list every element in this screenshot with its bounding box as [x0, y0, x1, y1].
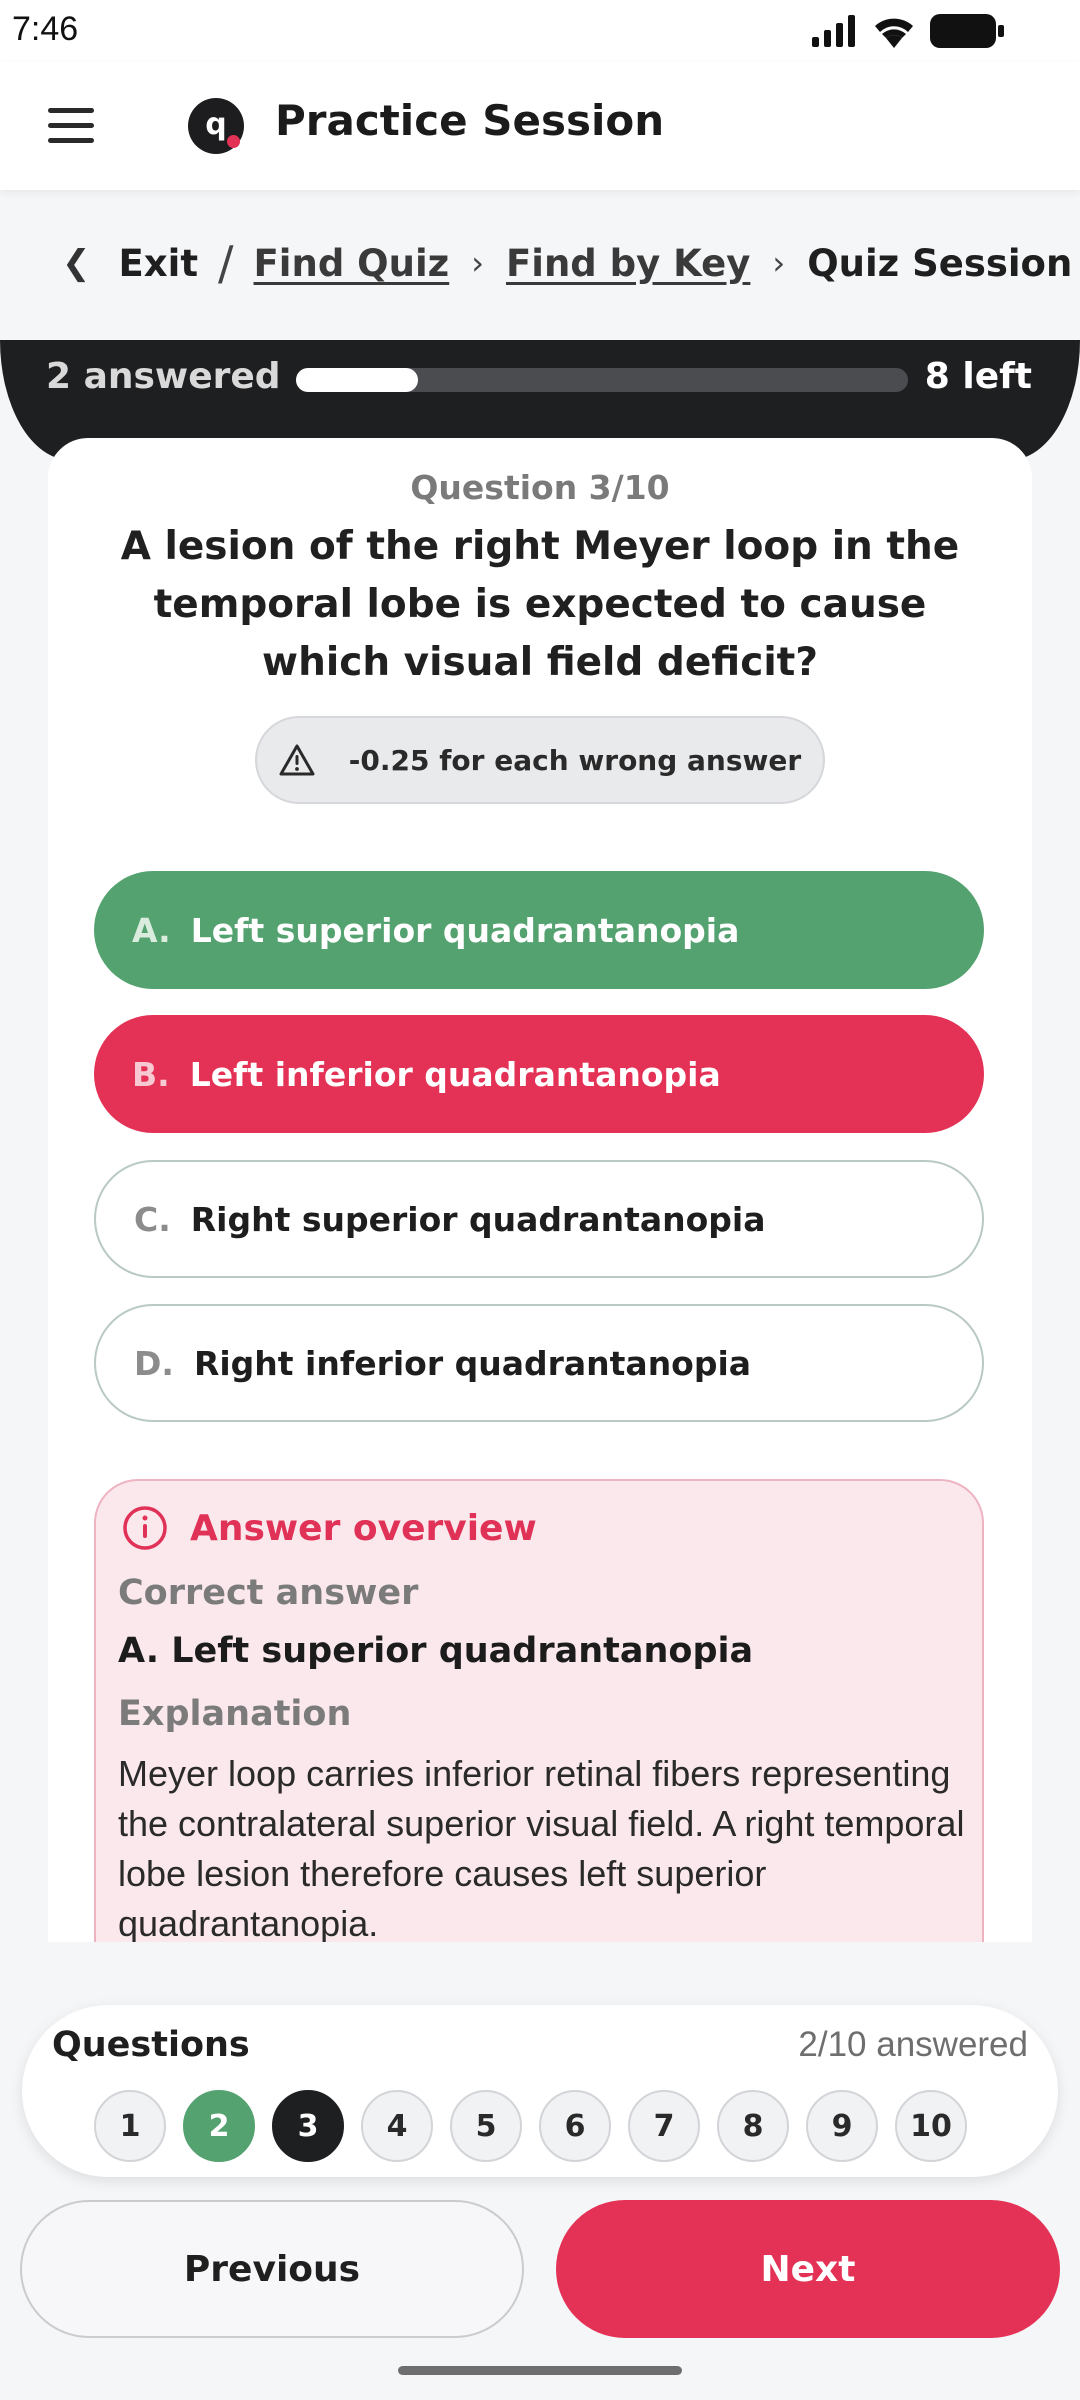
question-bubble-2[interactable]: 2 [183, 2090, 255, 2162]
remaining-count: 8 left [924, 356, 1032, 397]
previous-button[interactable]: Previous [20, 2200, 524, 2338]
status-time: 7:46 [12, 10, 79, 48]
status-bar: 7:46 [0, 0, 1080, 62]
signal-icon [812, 15, 855, 47]
progress-fill [296, 368, 419, 392]
navigator-title: Questions [52, 2025, 250, 2065]
option-a[interactable]: A. Left superior quadrantanopia [94, 871, 984, 989]
app-logo: q [188, 98, 244, 154]
option-letter: C. [134, 1199, 171, 1239]
option-text: Left superior quadrantanopia [190, 910, 740, 950]
breadcrumb-find-by-key[interactable]: Find by Key [506, 242, 750, 285]
question-bubble-1[interactable]: 1 [94, 2090, 166, 2162]
chevron-right-icon: › [471, 244, 484, 282]
logo-dot [227, 135, 240, 148]
question-navigator: Questions 2/10 answered 1 2 3 4 5 6 7 8 … [22, 2005, 1058, 2177]
question-text: A lesion of the right Meyer loop in the … [120, 524, 960, 685]
info-icon [123, 1506, 167, 1550]
breadcrumb-quiz-session: Quiz Session [807, 241, 1073, 285]
question-bubble-10[interactable]: 10 [895, 2090, 967, 2162]
warning-icon [279, 744, 315, 776]
exit-link[interactable]: Exit [119, 242, 199, 285]
option-b[interactable]: B. Left inferior quadrantanopia [94, 1015, 984, 1133]
explanation-label: Explanation [118, 1694, 352, 1734]
question-bubbles: 1 2 3 4 5 6 7 8 9 10 [94, 2090, 967, 2162]
explanation-text: Meyer loop carries inferior retinal fibe… [118, 1753, 965, 1942]
menu-button[interactable] [40, 102, 106, 150]
overview-header: Answer overview [122, 1505, 537, 1551]
breadcrumb-separator: / [218, 236, 234, 290]
option-letter: A. [132, 910, 171, 950]
penalty-text: -0.25 for each wrong answer [348, 743, 802, 777]
option-letter: B. [132, 1054, 170, 1094]
answer-overview: Answer overview Correct answer A. Left s… [94, 1479, 984, 1942]
wifi-icon [875, 18, 913, 48]
chevron-right-icon: › [772, 244, 786, 282]
progress-bar [296, 368, 908, 392]
question-bubble-7[interactable]: 7 [628, 2090, 700, 2162]
penalty-badge: -0.25 for each wrong answer [255, 716, 825, 804]
logo-letter: q [205, 107, 227, 142]
question-bubble-5[interactable]: 5 [450, 2090, 522, 2162]
overview-title: Answer overview [190, 1507, 537, 1549]
correct-answer-value: A. Left superior quadrantanopia [118, 1631, 754, 1671]
option-text: Left inferior quadrantanopia [189, 1054, 721, 1094]
option-d[interactable]: D. Right inferior quadrantanopia [94, 1304, 984, 1422]
question-bubble-6[interactable]: 6 [539, 2090, 611, 2162]
status-icons [812, 14, 1004, 48]
option-text: Right superior quadrantanopia [190, 1199, 766, 1239]
navigator-count: 2/10 answered [798, 2025, 1028, 2064]
battery-icon [930, 14, 1004, 48]
option-letter: D. [134, 1343, 174, 1383]
next-button[interactable]: Next [556, 2200, 1060, 2338]
back-chevron-icon[interactable]: ❮ [62, 243, 91, 283]
home-indicator[interactable] [398, 2366, 682, 2375]
menu-icon-bar [48, 138, 94, 143]
question-bubble-9[interactable]: 9 [806, 2090, 878, 2162]
correct-answer-label: Correct answer [118, 1573, 419, 1613]
option-text: Right inferior quadrantanopia [193, 1343, 752, 1383]
answered-count: 2 answered [46, 356, 281, 397]
menu-icon-bar [48, 123, 94, 128]
page-title: Practice Session [275, 96, 665, 145]
menu-icon [48, 108, 94, 113]
question-bubble-4[interactable]: 4 [361, 2090, 433, 2162]
question-bubble-8[interactable]: 8 [717, 2090, 789, 2162]
option-c[interactable]: C. Right superior quadrantanopia [94, 1160, 984, 1278]
app-bar: q Practice Session [0, 62, 1080, 190]
breadcrumb-find-quiz[interactable]: Find Quiz [254, 242, 450, 285]
question-bubble-3[interactable]: 3 [272, 2090, 344, 2162]
question-number: Question 3/10 [410, 468, 670, 507]
question-card: Question 3/10 A lesion of the right Meye… [48, 438, 1032, 1942]
breadcrumb: ❮ Exit / Find Quiz › Find by Key › Quiz … [62, 236, 1073, 290]
